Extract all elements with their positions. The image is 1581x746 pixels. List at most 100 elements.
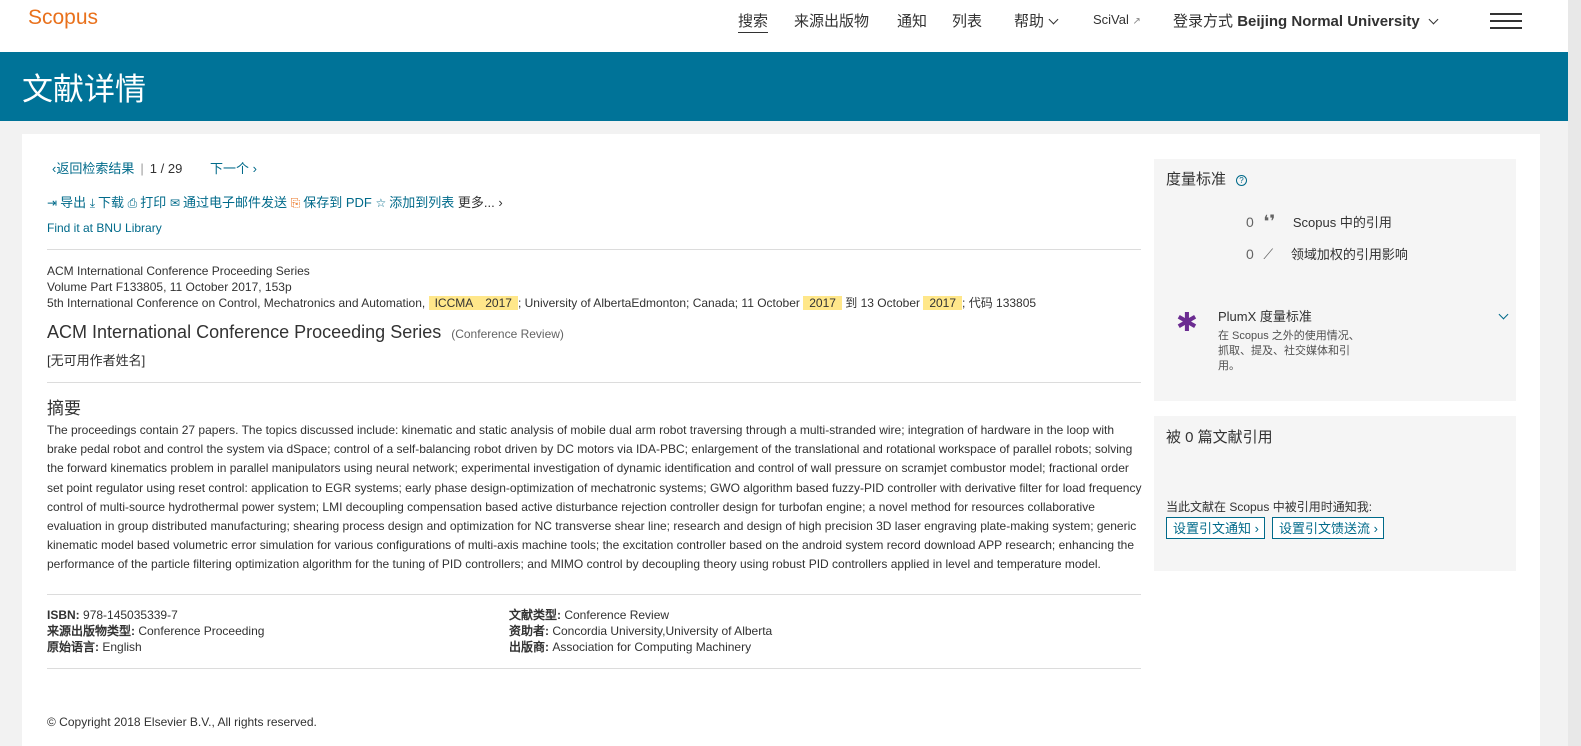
page-title: 文献详情	[22, 72, 146, 107]
fwci-icon: ⟋	[1263, 246, 1274, 262]
sponsors-value: Concordia University,University of Alber…	[552, 624, 773, 638]
plumx-line: 用。	[1218, 360, 1240, 372]
highlight-term: 2017	[923, 296, 963, 310]
metrics-panel: 度量标准? 0 ❛❜ Scopus 中的引用 0 ⟋ 领域加权的引用影响 ✱ P…	[1154, 159, 1516, 401]
menu-icon[interactable]	[1490, 13, 1522, 29]
scopus-logo[interactable]: Scopus	[28, 6, 98, 30]
plumx-icon: ✱	[1176, 307, 1198, 337]
isbn-value: 978-145035339-7	[83, 608, 178, 622]
source-type-value: Conference Proceeding	[138, 624, 265, 638]
fwci-metric[interactable]: 0 ⟋ 领域加权的引用影响	[1246, 244, 1408, 263]
cited-by-title: 被 0 篇文献引用	[1166, 429, 1273, 446]
quote-icon: ❛❜	[1263, 212, 1276, 231]
set-citation-alert-label: 设置引文通知	[1173, 521, 1252, 536]
conference-code: ; 代码 133805	[962, 296, 1037, 310]
help-icon[interactable]: ?	[1236, 175, 1248, 186]
set-citation-feed-button[interactable]: 设置引文馈送流 ›	[1272, 517, 1384, 539]
institution-name: Beijing Normal University	[1237, 13, 1420, 30]
login-prefix: 登录方式	[1173, 13, 1234, 30]
highlight-term: 2017	[479, 296, 518, 310]
pager-total: 29	[167, 161, 183, 176]
fwci-count: 0	[1246, 246, 1254, 262]
citation-count-label: Scopus 中的引用	[1292, 215, 1392, 230]
nav-alerts[interactable]: 通知	[897, 10, 927, 31]
nav-sources[interactable]: 来源出版物	[794, 10, 869, 31]
citation-count: 0	[1246, 214, 1254, 230]
nav-login-institution[interactable]: 登录方式 Beijing Normal University	[1173, 10, 1439, 31]
export-icon: ⇥	[47, 196, 58, 210]
print-label: 打印	[140, 195, 167, 210]
citation-count-metric[interactable]: 0 ❛❜ Scopus 中的引用	[1246, 212, 1392, 232]
chevron-down-icon	[1428, 14, 1439, 25]
top-navigation-bar: Scopus 搜索 来源出版物 通知 列表 帮助 SciVal ↗ 登录方式 B…	[0, 0, 1568, 52]
back-to-results-link[interactable]: ‹返回检索结果	[52, 161, 134, 176]
export-label: 导出	[60, 195, 87, 210]
isbn-row: ISBN: 978-145035339-7	[47, 607, 264, 623]
details-right: 文献类型: Conference Review 资助者: Concordia U…	[509, 607, 772, 655]
result-pager: ‹返回检索结果 | 1 / 29 下一个 ›	[52, 158, 257, 177]
nav-lists[interactable]: 列表	[952, 10, 982, 31]
copyright-notice: © Copyright 2018 Elsevier B.V., All righ…	[47, 715, 317, 729]
doc-type-value: Conference Review	[564, 608, 670, 622]
metrics-title: 度量标准	[1166, 171, 1227, 188]
plumx-title[interactable]: PlumX 度量标准	[1218, 306, 1312, 325]
highlight-term: ICCMA	[428, 296, 480, 310]
find-it-library-link[interactable]: Find it at BNU Library	[47, 221, 162, 235]
email-icon: ✉	[169, 196, 180, 210]
document-type-label: (Conference Review)	[451, 327, 564, 341]
language-label: 原始语言:	[47, 640, 99, 654]
back-to-results-label: 返回检索结果	[56, 161, 135, 176]
add-to-list-button[interactable]: ☆ 添加到列表	[375, 195, 454, 210]
chevron-right-icon: ›	[248, 161, 257, 176]
metrics-title-row: 度量标准?	[1166, 168, 1248, 189]
details-left: ISBN: 978-145035339-7 来源出版物类型: Conferenc…	[47, 607, 264, 655]
source-type-row: 来源出版物类型: Conference Proceeding	[47, 623, 264, 639]
print-button[interactable]: ⎙ 打印	[128, 195, 167, 210]
doc-type-label: 文献类型:	[509, 608, 561, 622]
export-button[interactable]: ⇥ 导出	[47, 195, 86, 210]
abstract-heading: 摘要	[47, 399, 81, 418]
source-type-label: 来源出版物类型:	[47, 624, 135, 638]
conference-end-date: 到 13 October	[845, 296, 920, 310]
volume-info: Volume Part F133805, 11 October 2017, 15…	[47, 280, 292, 294]
cited-by-panel: 被 0 篇文献引用 当此文献在 Scopus 中被引用时通知我:	[1154, 416, 1516, 571]
save-pdf-button[interactable]: ⎘ 保存到 PDF	[291, 195, 372, 210]
plumx-description: 在 Scopus 之外的使用情况、 抓取、提及、社交媒体和引 用。	[1218, 329, 1360, 374]
divider	[47, 382, 1141, 383]
set-citation-feed-label: 设置引文馈送流	[1279, 521, 1371, 536]
sponsors-row: 资助者: Concordia University,University of …	[509, 623, 772, 639]
plumx-expand-icon[interactable]	[1498, 309, 1509, 320]
chevron-right-icon: ›	[1251, 521, 1259, 536]
nav-help[interactable]: 帮助	[1014, 10, 1059, 31]
scrollbar[interactable]	[1568, 0, 1581, 746]
publisher-value: Association for Computing Machinery	[552, 640, 752, 654]
isbn-label: ISBN:	[47, 608, 80, 622]
language-value: English	[102, 640, 142, 654]
chevron-down-icon	[1048, 14, 1059, 25]
publisher-row: 出版商: Association for Computing Machinery	[509, 639, 772, 655]
abstract-text: The proceedings contain 27 papers. The t…	[47, 423, 1142, 572]
pager-divider: |	[140, 161, 144, 176]
email-button[interactable]: ✉ 通过电子邮件发送	[170, 195, 287, 210]
cited-by-notify-text: 当此文献在 Scopus 中被引用时通知我:	[1166, 500, 1373, 514]
conference-info: 5th International Conference on Control,…	[47, 295, 1036, 311]
chevron-right-icon: ›	[1370, 521, 1378, 536]
highlight-term: 2017	[803, 296, 842, 310]
conference-prefix: 5th International Conference on Control,…	[47, 296, 426, 310]
nav-scival[interactable]: SciVal ↗	[1093, 12, 1141, 27]
nav-search[interactable]: 搜索	[738, 10, 769, 33]
document-title: ACM International Conference Proceeding …	[47, 322, 442, 342]
sponsors-label: 资助者:	[509, 624, 549, 638]
next-result-link[interactable]: 下一个 ›	[210, 161, 257, 176]
star-icon: ☆	[375, 196, 387, 210]
pdf-icon: ⎘	[290, 196, 301, 210]
divider	[47, 594, 1141, 595]
set-citation-alert-button[interactable]: 设置引文通知 ›	[1166, 517, 1265, 539]
chevron-right-icon: ›	[494, 195, 503, 210]
doc-type-row: 文献类型: Conference Review	[509, 607, 772, 623]
add-to-list-label: 添加到列表	[389, 195, 455, 210]
download-button[interactable]: ⤓ 下载	[90, 195, 124, 210]
plumx-line: 抓取、提及、社交媒体和引	[1218, 345, 1350, 357]
source-metadata: ACM International Conference Proceeding …	[47, 263, 1036, 311]
more-button[interactable]: 更多... ›	[458, 195, 503, 210]
